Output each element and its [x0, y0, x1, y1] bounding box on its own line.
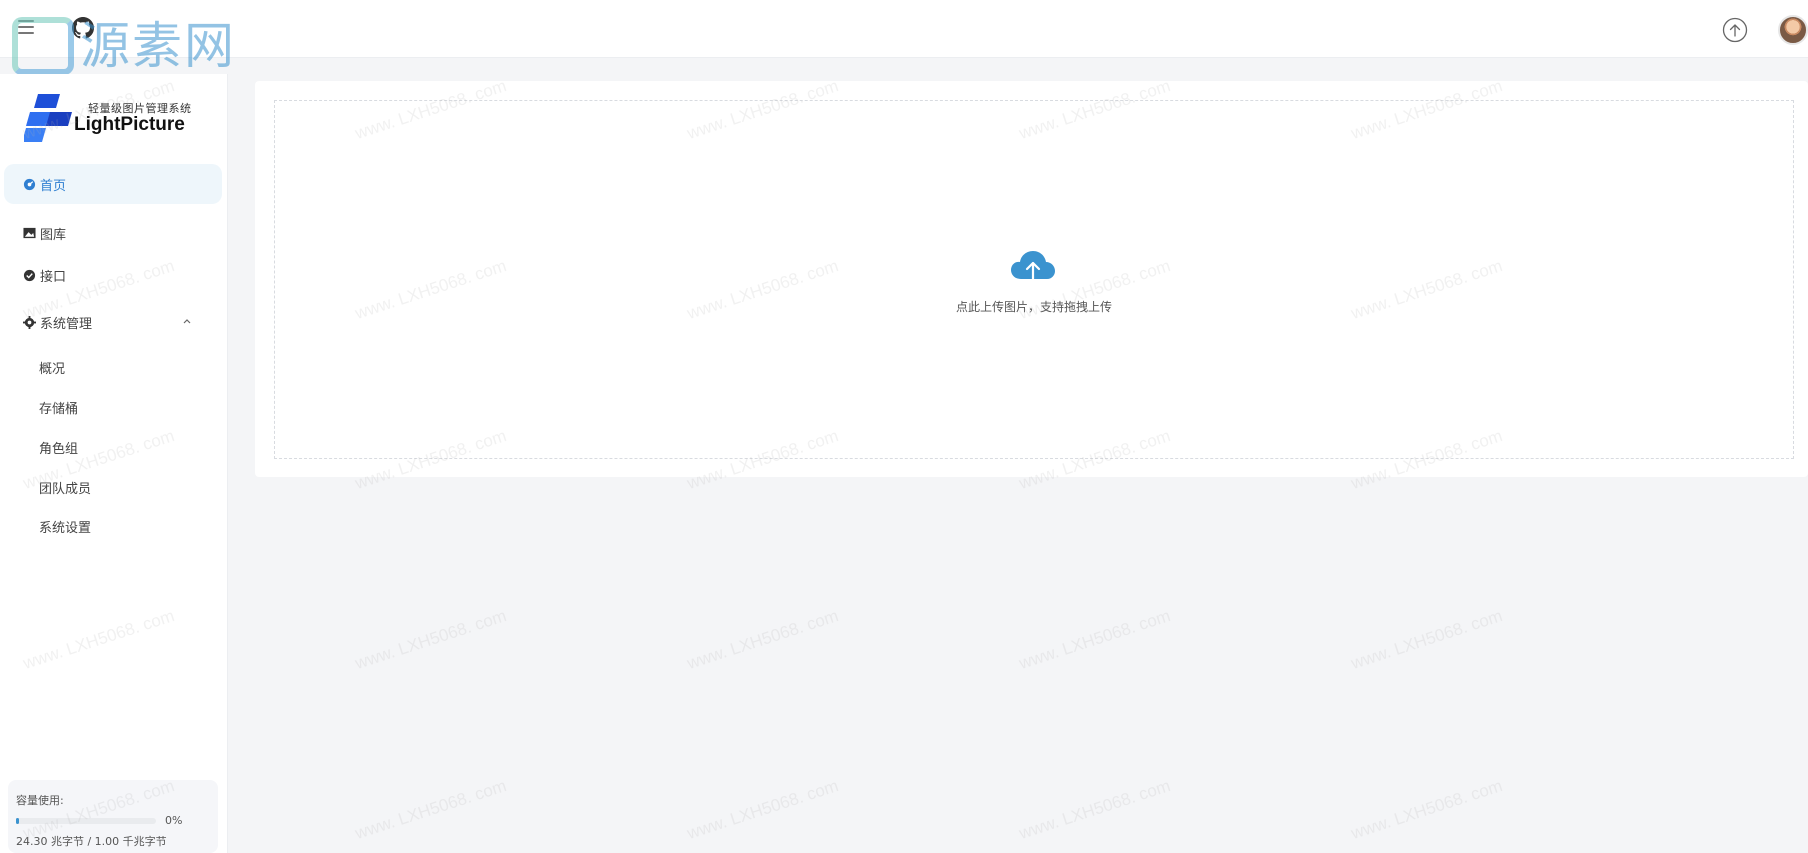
nav-item-api[interactable]: 接口 — [4, 255, 222, 295]
upload-arrow-icon[interactable] — [1722, 17, 1748, 43]
top-header: 源素网 — [0, 0, 1808, 75]
storage-percent: 0% — [165, 814, 183, 827]
nav-item-label: 接口 — [40, 269, 67, 285]
nav-item-system[interactable]: 系统管理 — [4, 302, 222, 342]
image-icon — [22, 226, 36, 240]
sub-item-roles[interactable]: 角色组 — [39, 436, 78, 458]
nav-item-label: 首页 — [40, 178, 67, 194]
nav-item-label: 系统管理 — [40, 316, 93, 332]
upload-dropzone[interactable]: 点此上传图片，支持拖拽上传 — [274, 100, 1794, 459]
upload-card: 点此上传图片，支持拖拽上传 — [255, 81, 1808, 477]
logo-brand: LightPicture — [74, 114, 185, 135]
upload-hint: 点此上传图片，支持拖拽上传 — [955, 300, 1112, 314]
storage-bar-row: 0% — [16, 814, 210, 827]
storage-progress-fill — [16, 817, 19, 824]
cloud-upload-icon — [1011, 251, 1055, 287]
user-avatar[interactable] — [1778, 15, 1808, 45]
gear-icon — [22, 315, 36, 329]
watermark-text: 源素网 — [80, 17, 236, 75]
storage-usage-text: 24.30 兆字节 / 1.00 千兆字节 — [16, 835, 167, 848]
watermark-text: www. LXH5068. com — [1348, 606, 1505, 673]
storage-progress-bar — [16, 817, 156, 824]
site-watermark-logo: 源素网 — [12, 16, 236, 76]
sub-item-buckets[interactable]: 存储桶 — [39, 396, 78, 418]
sidebar: 轻量级图片管理系统 LightPicture 首页 图库 接口 系统管理 概况 … — [0, 74, 228, 853]
sub-item-members[interactable]: 团队成员 — [39, 476, 91, 498]
watermark-text: www. LXH5068. com — [684, 776, 841, 843]
github-icon[interactable] — [72, 17, 94, 39]
storage-label: 容量使用: — [16, 794, 64, 807]
storage-usage-panel: 容量使用: 0% 24.30 兆字节 / 1.00 千兆字节 — [8, 780, 218, 853]
api-icon — [22, 268, 36, 282]
chevron-up-icon[interactable] — [182, 316, 192, 326]
nav-item-gallery[interactable]: 图库 — [4, 213, 222, 253]
watermark-text: www. LXH5068. com — [684, 606, 841, 673]
watermark-text: www. LXH5068. com — [1016, 606, 1173, 673]
sub-item-settings[interactable]: 系统设置 — [39, 515, 91, 537]
app-logo[interactable]: 轻量级图片管理系统 LightPicture — [24, 94, 204, 144]
hamburger-icon[interactable] — [18, 20, 34, 34]
watermark-text: www. LXH5068. com — [1016, 776, 1173, 843]
watermark-text: www. LXH5068. com — [352, 776, 509, 843]
sub-item-overview[interactable]: 概况 — [39, 356, 65, 378]
dashboard-icon — [22, 177, 36, 191]
watermark-text: www. LXH5068. com — [1348, 776, 1505, 843]
watermark-text: www. LXH5068. com — [352, 606, 509, 673]
nav-item-label: 图库 — [40, 227, 67, 243]
nav-item-home[interactable]: 首页 — [4, 164, 222, 204]
